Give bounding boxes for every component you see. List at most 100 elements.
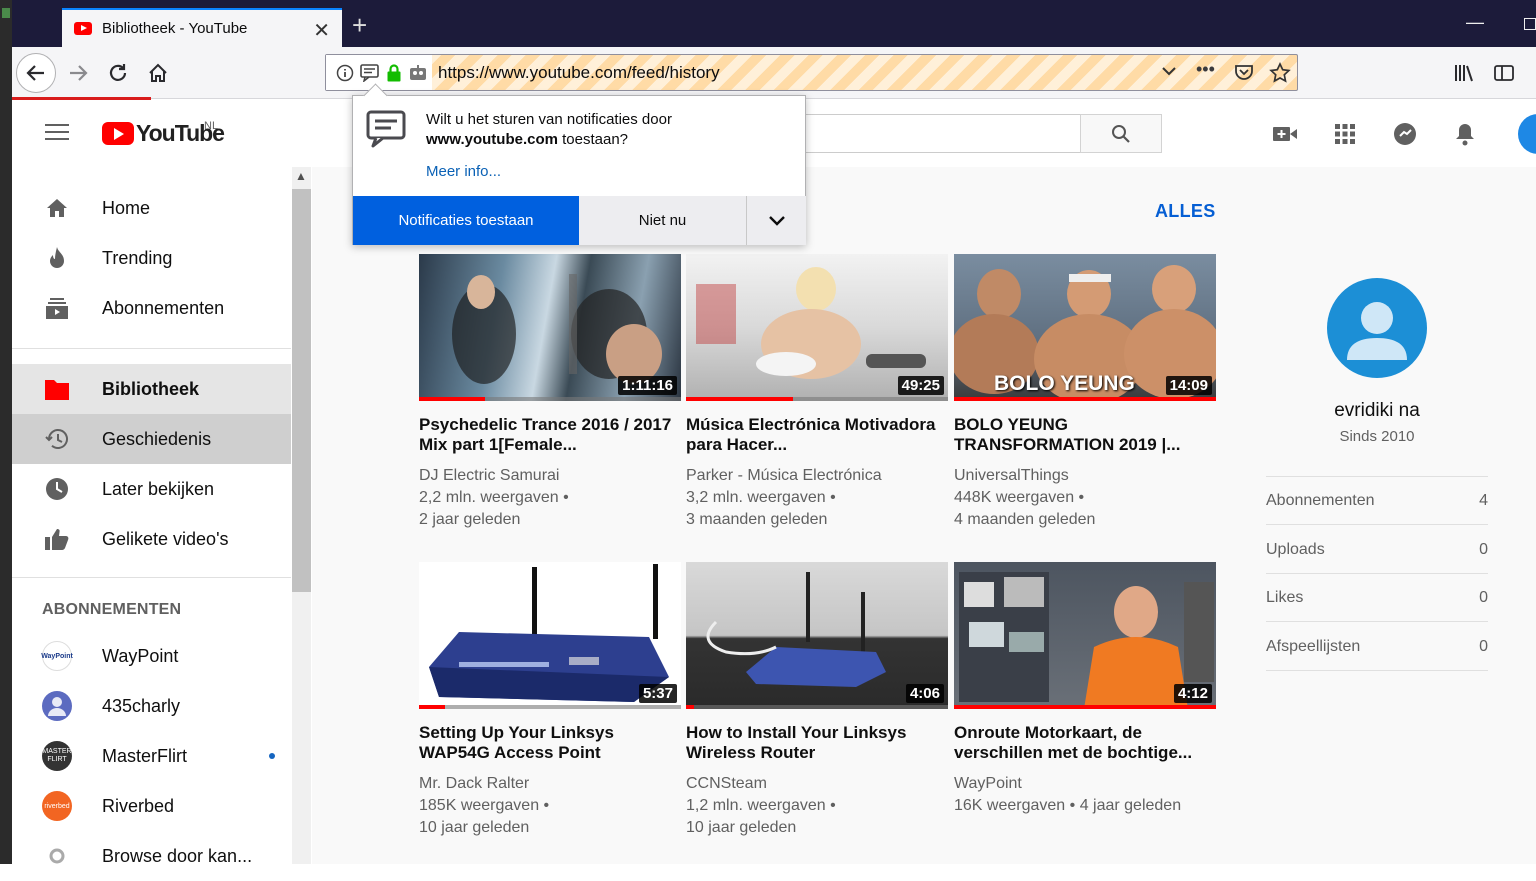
video-card[interactable]: 1:11:16 Psychedelic Trance 2016 / 2017 M… bbox=[419, 254, 681, 531]
pocket-icon[interactable] bbox=[1234, 62, 1254, 87]
video-title[interactable]: Música Electrónica Motivadora para Hacer… bbox=[686, 415, 948, 455]
video-title[interactable]: How to Install Your Linksys Wireless Rou… bbox=[686, 723, 948, 763]
sidebar-item-home[interactable]: Home bbox=[12, 183, 291, 233]
sidebar-item-history[interactable]: Geschiedenis bbox=[12, 414, 291, 464]
menu-icon[interactable] bbox=[45, 124, 69, 142]
apps-grid-icon[interactable] bbox=[1332, 122, 1358, 146]
video-card[interactable]: 4:06 How to Install Your Linksys Wireles… bbox=[686, 562, 948, 839]
thumbnail-caption: BOLO YEUNG bbox=[994, 372, 1135, 395]
bookmark-star-icon[interactable] bbox=[1269, 62, 1291, 89]
sidebar-item-label: Trending bbox=[102, 247, 173, 268]
video-card[interactable]: 5:37 Setting Up Your Linksys WAP54G Acce… bbox=[419, 562, 681, 839]
new-tab-icon[interactable]: + bbox=[352, 12, 367, 38]
youtube-favicon-icon bbox=[74, 22, 92, 35]
subscription-label: Riverbed bbox=[102, 795, 175, 816]
channel-name[interactable]: Mr. Dack Ralter bbox=[419, 773, 681, 795]
video-duration: 1:11:16 bbox=[618, 376, 677, 395]
upload-age: 3 maanden geleden bbox=[686, 511, 828, 528]
back-button[interactable] bbox=[16, 53, 56, 93]
subscription-item-browse-channels[interactable]: Browse door kan... bbox=[12, 831, 291, 881]
info-icon[interactable] bbox=[336, 64, 354, 82]
subscription-item-435charly[interactable]: 435charly bbox=[12, 681, 291, 731]
avatar: riverbed bbox=[42, 791, 72, 821]
country-code: NL bbox=[204, 120, 219, 132]
search-button[interactable] bbox=[1080, 114, 1162, 153]
maximize-window-icon[interactable] bbox=[1524, 18, 1536, 30]
notification-permission-icon[interactable] bbox=[360, 63, 380, 82]
channel-name[interactable]: UniversalThings bbox=[954, 465, 1216, 487]
watch-progress bbox=[686, 705, 694, 709]
new-content-dot bbox=[269, 753, 275, 759]
subscription-item-waypoint[interactable]: WayPoint WayPoint bbox=[12, 631, 291, 681]
notifications-bell-icon[interactable] bbox=[1452, 122, 1478, 146]
tab-title: Bibliotheek - YouTube bbox=[102, 20, 248, 37]
video-title[interactable]: Psychedelic Trance 2016 / 2017 Mix part … bbox=[419, 415, 681, 455]
more-options-dropdown[interactable] bbox=[747, 196, 806, 245]
channel-name[interactable]: DJ Electric Samurai bbox=[419, 465, 681, 487]
video-thumbnail[interactable]: 5:37 bbox=[419, 562, 681, 709]
video-thumbnail[interactable]: 1:11:16 bbox=[419, 254, 681, 401]
scroll-up-arrow-icon[interactable]: ▲ bbox=[295, 169, 307, 183]
video-title[interactable]: Setting Up Your Linksys WAP54G Access Po… bbox=[419, 723, 681, 763]
create-video-icon[interactable] bbox=[1272, 122, 1298, 146]
video-title[interactable]: Onroute Motorkaart, de verschillen met d… bbox=[954, 723, 1216, 763]
channel-name[interactable]: CCNSteam bbox=[686, 773, 948, 795]
reload-button[interactable] bbox=[100, 55, 136, 91]
sidebar-scrollbar-thumb[interactable] bbox=[292, 189, 311, 592]
url-text[interactable]: https://www.youtube.com/feed/history bbox=[438, 63, 720, 83]
video-card[interactable]: 49:25 Música Electrónica Motivadora para… bbox=[686, 254, 948, 531]
video-thumbnail[interactable]: BOLO YEUNG 14:09 bbox=[954, 254, 1216, 401]
browse-channels-icon bbox=[42, 841, 72, 871]
home-button[interactable] bbox=[140, 55, 176, 91]
search-icon bbox=[1112, 124, 1130, 143]
browser-tab-active[interactable]: Bibliotheek - YouTube ✕ bbox=[62, 8, 342, 47]
minimize-window-icon[interactable]: — bbox=[1466, 12, 1484, 33]
see-all-link[interactable]: ALLES bbox=[1155, 201, 1216, 222]
allow-notifications-button[interactable]: Notificaties toestaan bbox=[353, 196, 579, 245]
notification-question: Wilt u het sturen van notificaties door … bbox=[426, 110, 796, 150]
site-identity[interactable] bbox=[326, 55, 432, 90]
sidebar-item-library[interactable]: Bibliotheek bbox=[12, 364, 291, 414]
url-bar[interactable]: https://www.youtube.com/feed/history ••• bbox=[325, 54, 1298, 91]
video-title[interactable]: BOLO YEUNG TRANSFORMATION 2019 |... bbox=[954, 415, 1216, 455]
library-icon[interactable] bbox=[1446, 55, 1482, 91]
subscription-item-masterflirt[interactable]: MASTER FLIRT MasterFlirt bbox=[12, 731, 291, 781]
subscription-item-riverbed[interactable]: riverbed Riverbed bbox=[12, 781, 291, 831]
search-input[interactable] bbox=[772, 114, 1082, 153]
sidebar-divider bbox=[12, 577, 291, 578]
sidebar-toggle-icon[interactable] bbox=[1486, 55, 1522, 91]
desktop-icon bbox=[2, 8, 10, 18]
video-card[interactable]: BOLO YEUNG 14:09 BOLO YEUNG TRANSFORMATI… bbox=[954, 254, 1216, 531]
stat-label: Uploads bbox=[1266, 540, 1325, 558]
upload-age: 4 jaar geleden bbox=[1079, 797, 1182, 814]
lock-icon[interactable] bbox=[386, 63, 402, 82]
page-actions-icon[interactable]: ••• bbox=[1196, 59, 1215, 80]
stat-playlists: Afspeellijsten 0 bbox=[1266, 623, 1488, 671]
messages-icon[interactable] bbox=[1392, 122, 1418, 146]
not-now-button[interactable]: Niet nu bbox=[579, 196, 747, 245]
chevron-down-icon bbox=[768, 215, 785, 226]
view-count: 1,2 mln. weergaven bbox=[686, 797, 826, 814]
close-tab-icon[interactable]: ✕ bbox=[313, 18, 330, 43]
video-thumbnail[interactable]: 4:12 bbox=[954, 562, 1216, 709]
video-thumbnail[interactable]: 49:25 bbox=[686, 254, 948, 401]
stat-label: Abonnementen bbox=[1266, 491, 1375, 509]
sidebar-item-trending[interactable]: Trending bbox=[12, 233, 291, 283]
sidebar-item-subscriptions[interactable]: Abonnementen bbox=[12, 283, 291, 333]
sidebar-item-watch-later[interactable]: Later bekijken bbox=[12, 464, 291, 514]
more-info-link[interactable]: Meer info... bbox=[426, 163, 501, 180]
video-thumbnail[interactable]: 4:06 bbox=[686, 562, 948, 709]
url-dropdown-icon[interactable] bbox=[1160, 62, 1178, 85]
watch-progress bbox=[419, 705, 446, 709]
upload-age: 4 maanden geleden bbox=[954, 511, 1096, 528]
channel-name[interactable]: Parker - Música Electrónica bbox=[686, 465, 948, 487]
sidebar-item-liked-videos[interactable]: Gelikete video's bbox=[12, 514, 291, 564]
forward-button[interactable] bbox=[60, 55, 96, 91]
video-duration: 4:12 bbox=[1173, 684, 1212, 703]
channel-name[interactable]: WayPoint bbox=[954, 773, 1216, 795]
robot-icon[interactable] bbox=[408, 64, 428, 82]
view-count: 16K weergaven bbox=[954, 797, 1066, 814]
account-avatar[interactable] bbox=[1518, 114, 1536, 154]
video-card[interactable]: 4:12 Onroute Motorkaart, de verschillen … bbox=[954, 562, 1216, 817]
profile-avatar[interactable] bbox=[1327, 278, 1427, 378]
